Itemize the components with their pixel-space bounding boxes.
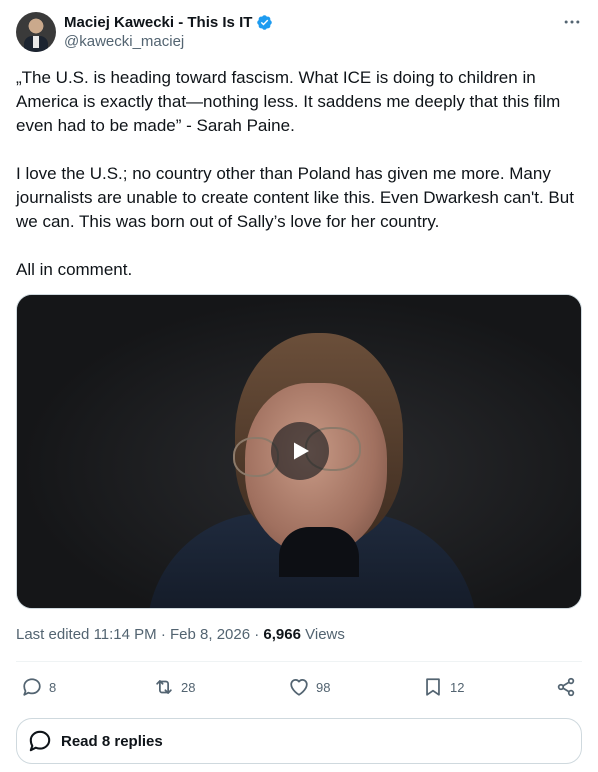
tweet-text: „The U.S. is heading toward fascism. Wha… <box>16 66 584 306</box>
name-row: Maciej Kawecki - This Is IT <box>64 13 273 31</box>
tweet-paragraph: I love the U.S.; no country other than P… <box>16 164 574 231</box>
reply-count: 8 <box>49 679 57 695</box>
bookmark-button[interactable]: 12 <box>422 672 464 702</box>
tweet-meta: Last edited 11:14 PM · Feb 8, 2026 · 6,9… <box>16 626 345 643</box>
read-replies-button[interactable]: Read 8 replies <box>16 718 582 764</box>
avatar[interactable] <box>16 12 56 52</box>
tweet-paragraph: All in comment. <box>16 260 133 279</box>
views-count: 6,966 <box>263 626 301 643</box>
tweet-date[interactable]: Feb 8, 2026 <box>170 626 250 643</box>
like-button[interactable]: 98 <box>288 672 330 702</box>
play-button[interactable] <box>271 422 329 480</box>
author-handle[interactable]: @kawecki_maciej <box>64 33 184 50</box>
repost-button[interactable]: 28 <box>153 672 195 702</box>
share-icon <box>557 677 575 697</box>
video-frame-collar <box>279 527 359 577</box>
reply-button[interactable]: 8 <box>21 672 56 702</box>
repost-count: 28 <box>181 679 196 695</box>
divider <box>16 661 582 662</box>
action-bar: 8 28 98 12 <box>16 672 582 702</box>
reply-icon <box>29 730 51 752</box>
avatar-shirt <box>33 36 39 48</box>
play-icon <box>294 442 309 460</box>
verified-badge-icon <box>257 14 273 30</box>
reply-icon <box>23 678 41 696</box>
views-label: Views <box>305 626 345 643</box>
like-count: 98 <box>316 679 331 695</box>
bookmark-icon <box>426 678 440 696</box>
video-player[interactable] <box>16 294 582 609</box>
meta-separator: · <box>254 626 260 643</box>
more-horizontal-icon[interactable] <box>562 12 582 32</box>
bookmark-count: 12 <box>450 679 465 695</box>
share-button[interactable] <box>555 672 577 702</box>
tweet-time[interactable]: 11:14 PM <box>94 626 157 643</box>
tweet-header: Maciej Kawecki - This Is IT @kawecki_mac… <box>16 12 582 52</box>
tweet-paragraph: „The U.S. is heading toward fascism. Wha… <box>16 68 561 135</box>
edited-prefix[interactable]: Last edited <box>16 626 89 643</box>
author-display-name[interactable]: Maciej Kawecki - This Is IT <box>64 14 252 31</box>
read-replies-label: Read 8 replies <box>61 732 163 750</box>
meta-separator: · <box>160 626 166 643</box>
heart-icon <box>290 678 308 696</box>
repost-icon <box>156 680 172 694</box>
